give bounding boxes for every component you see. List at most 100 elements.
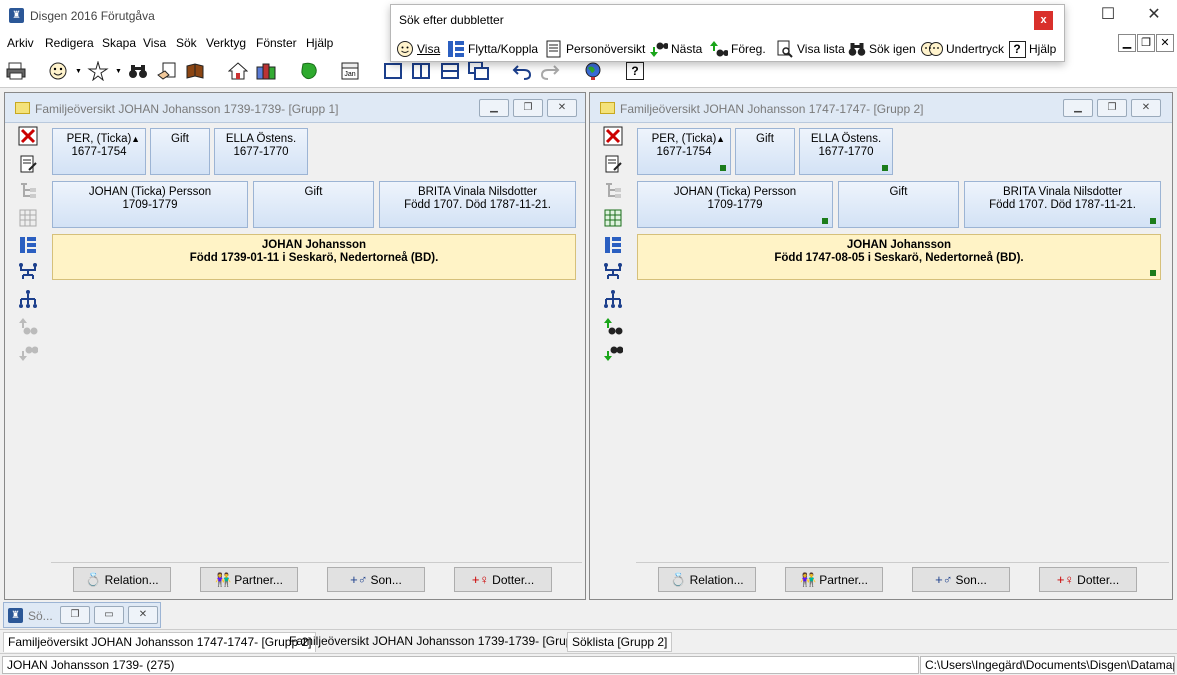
descendants-icon[interactable] <box>602 261 624 283</box>
grandmother-card[interactable]: ELLA Östens. 1677-1770 <box>214 128 308 175</box>
move-link-icon <box>447 40 465 58</box>
mdi-controls: ▁ ❐ ✕ <box>1118 34 1174 52</box>
mini-maximize-button[interactable]: ▭ <box>94 606 124 624</box>
mdi-minimize-icon[interactable]: ▁ <box>1118 34 1136 52</box>
pedigree-icon[interactable] <box>17 234 39 256</box>
dropdown-arrow-icon[interactable]: ▼ <box>115 68 122 75</box>
delete-icon[interactable] <box>602 125 624 147</box>
grandfather-card[interactable]: PER, (Ticka) 1677-1754 ▲ <box>52 128 146 175</box>
edit-document-icon[interactable] <box>602 153 624 175</box>
mini-restore-button[interactable]: ❐ <box>60 606 90 624</box>
son-button[interactable]: +♂ Son... <box>912 567 1010 592</box>
main-person-card[interactable]: JOHAN Johansson Född 1739-01-11 i Seskar… <box>52 234 576 280</box>
dialog-foreg-button[interactable]: Föreg. <box>710 40 766 58</box>
dialog-sok-igen-button[interactable]: Sök igen <box>848 40 916 58</box>
window-close-button[interactable]: ✕ <box>547 99 577 117</box>
grandfather-card[interactable]: PER, (Ticka) 1677-1754 ▲ <box>637 128 731 175</box>
mini-close-button[interactable]: ✕ <box>128 606 158 624</box>
menu-skapa[interactable]: Skapa <box>102 36 136 50</box>
main-person-birth: Född 1739-01-11 i Seskarö, Nedertorneå (… <box>189 252 439 264</box>
binoculars-down-icon <box>650 40 668 58</box>
window-minimize-button[interactable]: ▁ <box>479 99 509 117</box>
dialog-hjalp-button[interactable]: ? Hjälp <box>1008 40 1056 58</box>
book-icon[interactable] <box>182 58 208 84</box>
dialog-undertryck-button[interactable]: Undertryck <box>921 40 1004 58</box>
map-icon[interactable] <box>296 58 322 84</box>
person-face-icon[interactable] <box>45 58 71 84</box>
window-close-button[interactable]: ✕ <box>1131 99 1161 117</box>
relation-button[interactable]: 💍 Relation... <box>73 567 171 592</box>
window-body: PER, (Ticka) 1677-1754 ▲ Gift ELLA Östen… <box>6 124 584 598</box>
edit-document-icon[interactable] <box>17 153 39 175</box>
relation-label: Gift <box>889 186 908 198</box>
print-icon[interactable] <box>3 58 29 84</box>
mdi-close-icon[interactable]: ✕ <box>1156 34 1174 52</box>
hand-document-icon[interactable] <box>154 58 180 84</box>
window-restore-button[interactable]: ❐ <box>513 99 543 117</box>
mdi-restore-icon[interactable]: ❐ <box>1137 34 1155 52</box>
grandmother-card[interactable]: ELLA Östens. 1677-1770 <box>799 128 893 175</box>
descendants-icon[interactable] <box>17 261 39 283</box>
menu-redigera[interactable]: Redigera <box>45 36 94 50</box>
tab-grupp2[interactable]: Familjeöversikt JOHAN Johansson 1747-174… <box>3 632 317 652</box>
relation-label: Gift <box>304 186 323 198</box>
books-stack-icon[interactable] <box>253 58 279 84</box>
family-tree-icon[interactable] <box>17 288 39 310</box>
relation-card[interactable]: Gift <box>253 181 374 228</box>
dialog-flytta-koppla-button[interactable]: Flytta/Koppla <box>447 40 538 58</box>
minimized-window[interactable]: ♜ Sö... ❐ ▭ ✕ <box>3 602 161 628</box>
mother-card[interactable]: BRITA Vinala Nilsdotter Född 1707. Död 1… <box>379 181 576 228</box>
father-card[interactable]: JOHAN (Ticka) Persson 1709-1779 <box>637 181 833 228</box>
add-son-icon: +♂ <box>350 572 368 587</box>
dialog-visa-lista-button[interactable]: Visa lista <box>776 40 845 58</box>
binoculars-down-icon[interactable] <box>602 342 624 364</box>
menu-verktyg[interactable]: Verktyg <box>206 36 246 50</box>
menu-sok[interactable]: Sök <box>176 36 197 50</box>
relation-label: Gift <box>171 133 189 145</box>
window-restore-button[interactable]: ❐ <box>1097 99 1127 117</box>
app-window: ♜ Disgen 2016 Förutgåva ☐ ✕ Arkiv Redige… <box>0 0 1177 675</box>
family-tree-icon[interactable] <box>602 288 624 310</box>
star-person-icon[interactable] <box>85 58 111 84</box>
menu-fonster[interactable]: Fönster <box>256 36 297 50</box>
tab-soklista[interactable]: Söklista [Grupp 2] <box>567 632 673 652</box>
person-name: ELLA Östens. <box>225 133 297 145</box>
dialog-visa-button[interactable]: Visa <box>396 40 440 58</box>
menu-hjalp[interactable]: Hjälp <box>306 36 333 50</box>
relation-card[interactable]: Gift <box>150 128 210 175</box>
menu-arkiv[interactable]: Arkiv <box>7 36 34 50</box>
maximize-icon[interactable]: ☐ <box>1085 0 1131 30</box>
close-icon[interactable]: ✕ <box>1131 0 1177 30</box>
calendar-icon[interactable]: Jan <box>337 58 363 84</box>
dotter-button[interactable]: +♀ Dotter... <box>454 567 552 592</box>
relation-button[interactable]: 💍 Relation... <box>658 567 756 592</box>
window-body: PER, (Ticka) 1677-1754 ▲ Gift ELLA Östen… <box>591 124 1171 598</box>
son-button[interactable]: +♂ Son... <box>327 567 425 592</box>
binoculars-icon[interactable] <box>125 58 151 84</box>
dialog-personoversikt-button[interactable]: Personöversikt <box>545 40 645 58</box>
person-dates: 1709-1779 <box>122 199 178 211</box>
binoculars-up-icon[interactable] <box>602 315 624 337</box>
tab-grupp1[interactable]: Familjeöversikt JOHAN Johansson 1739-173… <box>285 632 596 652</box>
menu-visa[interactable]: Visa <box>143 36 166 50</box>
partner-button[interactable]: 👫 Partner... <box>785 567 883 592</box>
calendar-grid-icon[interactable] <box>602 207 624 229</box>
father-card[interactable]: JOHAN (Ticka) Persson 1709-1779 <box>52 181 248 228</box>
partner-button[interactable]: 👫 Partner... <box>200 567 298 592</box>
window-minimize-button[interactable]: ▁ <box>1063 99 1093 117</box>
pedigree-icon[interactable] <box>602 234 624 256</box>
delete-icon[interactable] <box>17 125 39 147</box>
dotter-button[interactable]: +♀ Dotter... <box>1039 567 1137 592</box>
dropdown-arrow-icon[interactable]: ▼ <box>75 68 82 75</box>
relation-card[interactable]: Gift <box>735 128 795 175</box>
family-window-icon <box>600 102 615 114</box>
relation-card[interactable]: Gift <box>838 181 959 228</box>
main-person-card[interactable]: JOHAN Johansson Född 1747-08-05 i Seskar… <box>637 234 1161 280</box>
dialog-nasta-button[interactable]: Nästa <box>650 40 702 58</box>
home-icon[interactable] <box>225 58 251 84</box>
status-marker <box>1150 218 1156 224</box>
dialog-close-button[interactable]: x <box>1034 11 1053 30</box>
mother-card[interactable]: BRITA Vinala Nilsdotter Född 1707. Död 1… <box>964 181 1161 228</box>
family-window-icon <box>15 102 30 114</box>
main-person-name: JOHAN Johansson <box>846 239 952 251</box>
